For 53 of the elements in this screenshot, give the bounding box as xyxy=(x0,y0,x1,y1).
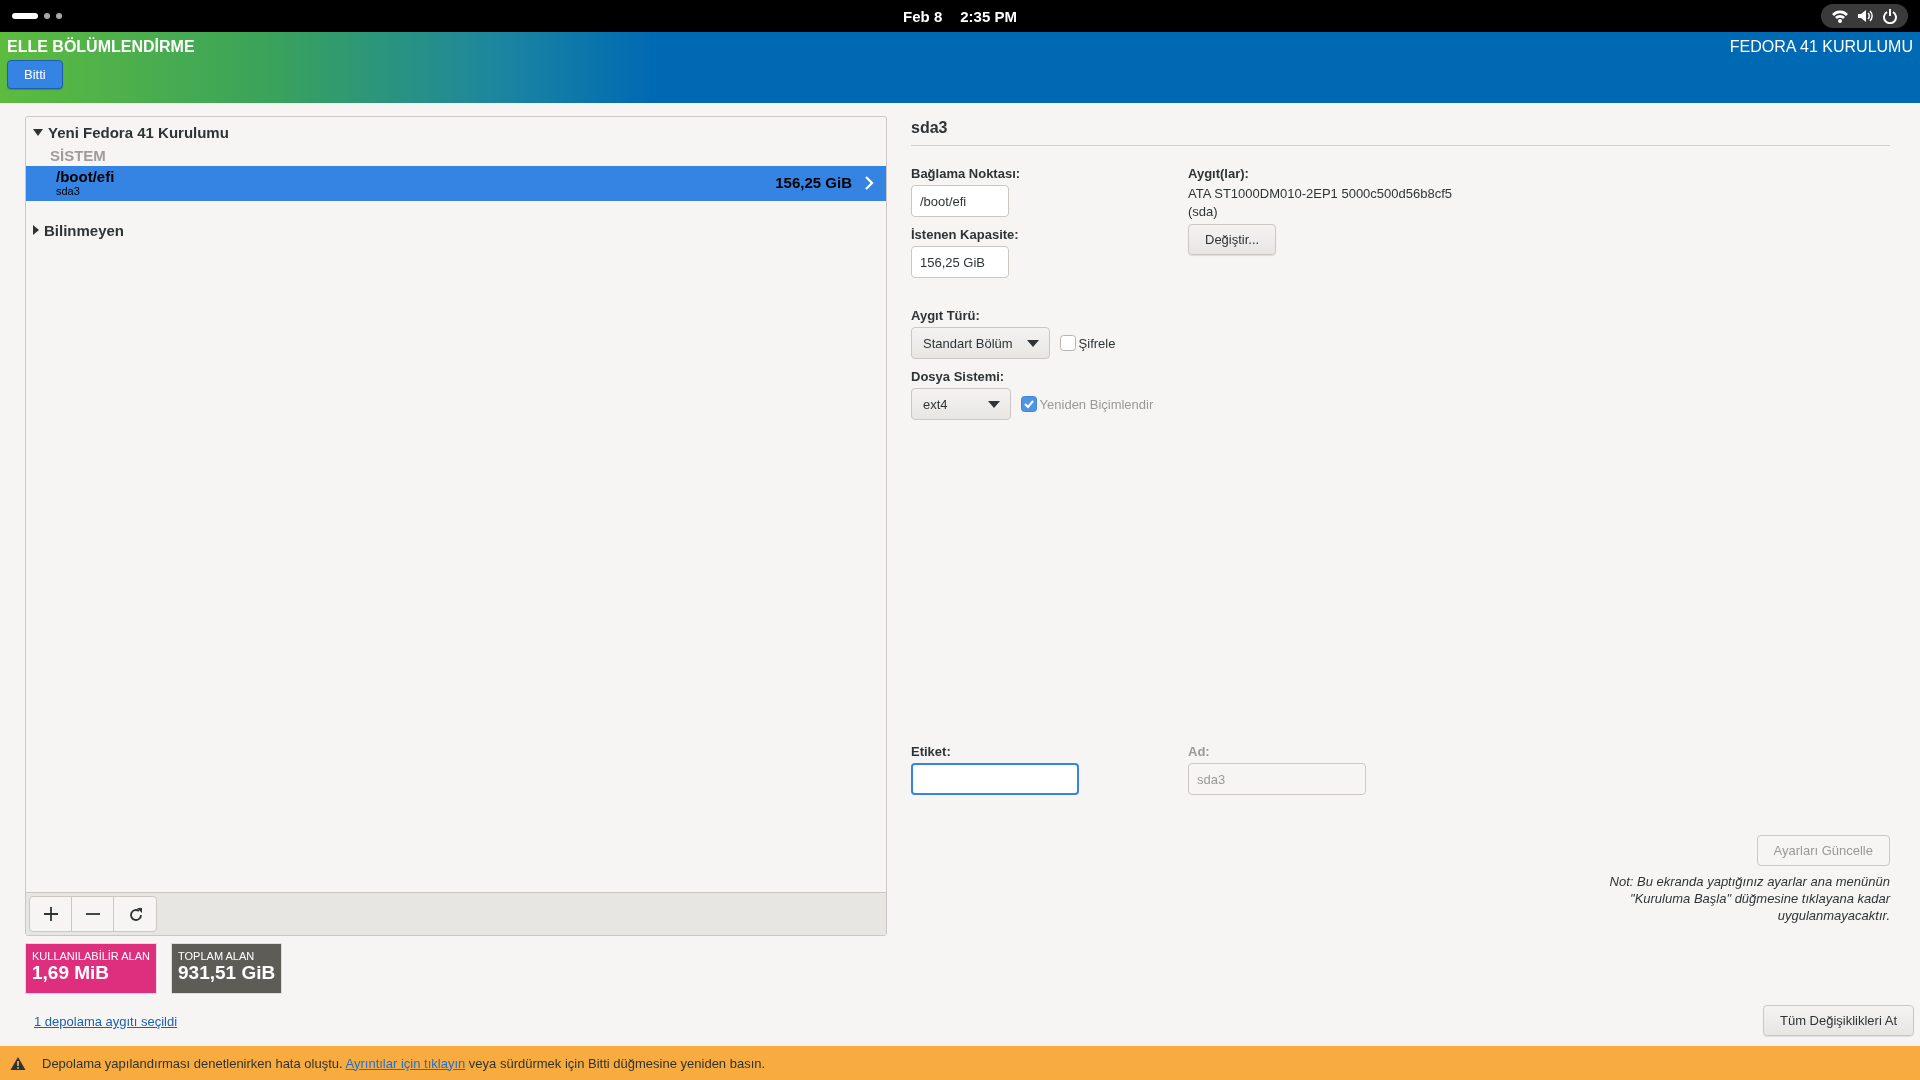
field-label: Aygıt Türü: xyxy=(911,308,980,323)
refresh-icon xyxy=(127,906,143,922)
modify-button[interactable]: Değiştir... xyxy=(1188,224,1277,256)
device-type-dropdown[interactable]: Standart Bölüm xyxy=(911,327,1050,359)
product-title: FEDORA 41 KURULUMU xyxy=(1729,38,1913,57)
clock-label: 2:35 PM xyxy=(960,7,1017,25)
expander-icon[interactable] xyxy=(33,225,39,235)
capacity-field[interactable]: 156,25 GiB xyxy=(911,246,1009,278)
page-title: ELLE BÖLÜMLENDİRME xyxy=(7,38,195,56)
expander-icon[interactable] xyxy=(33,128,43,136)
partition-title: sda3 xyxy=(911,118,948,138)
partition-row[interactable]: /boot/efi sda3 156,25 GiB xyxy=(26,166,886,201)
field-label: Bağlama Noktası: xyxy=(911,166,1021,181)
field-label: Ad: xyxy=(1188,744,1210,760)
file-system-dropdown[interactable]: ext4 xyxy=(911,388,1011,420)
space-value: 1,69 MiB xyxy=(32,962,111,984)
device-name: ATA ST1000DM010-2EP1 5000c500d56b8cf5 xyxy=(1188,185,1453,203)
note-text: Not: Bu ekranda yaptığınız ayarlar ana menünün "Kuruluma Başla" düğmesine tıklayana kadar uygulanmayacaktır. xyxy=(1608,874,1890,925)
space-label: TOPLAM ALAN xyxy=(178,950,256,962)
date-label: Feb 8 xyxy=(903,7,943,25)
dropdown-arrow-icon xyxy=(1026,339,1039,347)
warning-icon xyxy=(10,1055,26,1071)
section-heading: SİSTEM xyxy=(49,146,107,166)
chevron-right-icon xyxy=(864,175,874,190)
checkbox-label: Şifrele xyxy=(1078,335,1116,351)
checkbox-label: Yeniden Biçimlendir xyxy=(1039,396,1154,412)
add-icon xyxy=(43,907,58,921)
space-value: 931,51 GiB xyxy=(178,962,276,984)
dropdown-arrow-icon xyxy=(987,400,1000,408)
label-field[interactable] xyxy=(911,763,1079,796)
size-label: 156,25 GiB xyxy=(775,174,852,191)
space-label: KULLANILABİLİR ALAN xyxy=(32,950,150,962)
checkbox[interactable] xyxy=(1059,335,1076,351)
error-message: Depolama yapılandırması denetlenirken hata oluştu. Ayrıntılar için tıklayın veya sürdürmek için Bitti düğmesine yeniden basın. xyxy=(42,1055,766,1071)
field-label: Aygıt(lar): xyxy=(1188,166,1249,181)
power-icon[interactable] xyxy=(1882,8,1898,24)
device-id: (sda) xyxy=(1188,202,1218,221)
storage-devices-link[interactable]: 1 depolama aygıtı seçildi xyxy=(34,1014,178,1029)
mount-point-label: /boot/efi xyxy=(56,168,115,185)
field-label: Dosya Sistemi: xyxy=(911,369,1005,384)
volume-icon[interactable] xyxy=(1857,8,1874,24)
activities-icon[interactable] xyxy=(12,10,64,22)
tree-group[interactable]: Yeni Fedora 41 Kurulumu xyxy=(26,119,233,145)
group-label: Yeni Fedora 41 Kurulumu xyxy=(48,123,229,141)
wifi-icon[interactable] xyxy=(1831,8,1849,24)
field-label: Etiket: xyxy=(911,744,951,760)
discard-changes-button[interactable]: Tüm Değişiklikleri At xyxy=(1762,1005,1914,1036)
field-label: İstenen Kapasite: xyxy=(911,227,1019,242)
tree-group[interactable]: Bilinmeyen xyxy=(26,217,129,243)
device-label: sda3 xyxy=(56,185,81,197)
done-button[interactable]: Bitti xyxy=(7,60,63,89)
group-label: Bilinmeyen xyxy=(44,221,125,239)
mount-point-field[interactable]: /boot/efi xyxy=(911,185,1009,217)
